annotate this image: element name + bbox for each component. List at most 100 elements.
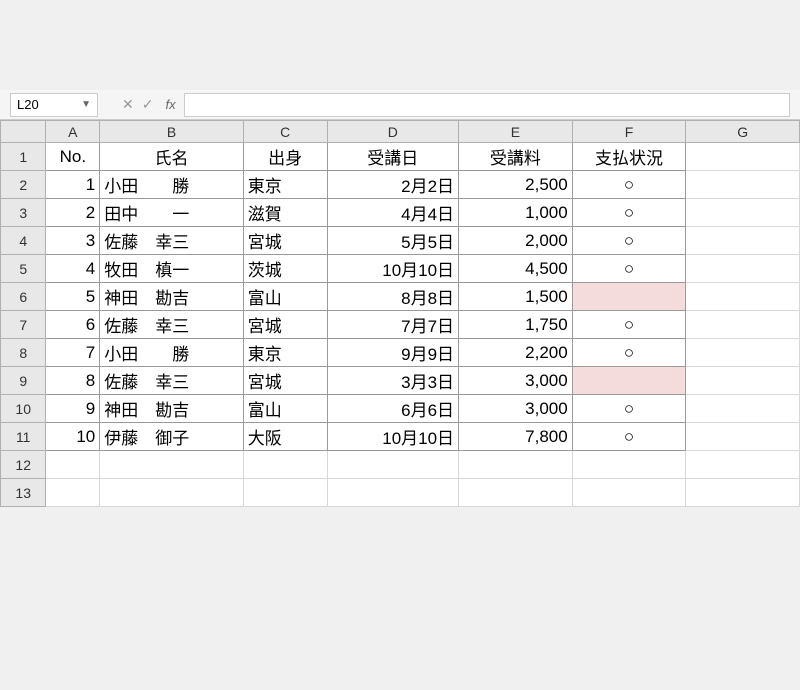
cell[interactable]: 7月7日 — [327, 311, 459, 339]
cell[interactable]: ○ — [572, 171, 686, 199]
cell[interactable] — [686, 423, 800, 451]
col-header-A[interactable]: A — [46, 121, 100, 143]
cell[interactable] — [686, 255, 800, 283]
cell[interactable]: 牧田 槙一 — [100, 255, 244, 283]
row-header-2[interactable]: 2 — [1, 171, 46, 199]
cell[interactable]: 3月3日 — [327, 367, 459, 395]
cell[interactable]: 東京 — [243, 171, 327, 199]
cell[interactable]: 佐藤 幸三 — [100, 227, 244, 255]
col-header-C[interactable]: C — [243, 121, 327, 143]
cell[interactable]: 5 — [46, 283, 100, 311]
row-header-12[interactable]: 12 — [1, 451, 46, 479]
cell[interactable]: 2,500 — [459, 171, 573, 199]
cell[interactable]: 4 — [46, 255, 100, 283]
cell[interactable]: 8月8日 — [327, 283, 459, 311]
cell[interactable]: 2,000 — [459, 227, 573, 255]
row-header-1[interactable]: 1 — [1, 143, 46, 171]
cell[interactable] — [327, 479, 459, 507]
cell[interactable] — [686, 395, 800, 423]
cell[interactable]: 宮城 — [243, 227, 327, 255]
cell[interactable] — [686, 227, 800, 255]
cell[interactable]: 出身 — [243, 143, 327, 171]
cell[interactable]: 宮城 — [243, 311, 327, 339]
grid[interactable]: A B C D E F G 1 No. 氏名 出身 受講日 受講料 支払状況 2… — [0, 120, 800, 507]
row-header-11[interactable]: 11 — [1, 423, 46, 451]
cell[interactable]: 7 — [46, 339, 100, 367]
cell[interactable]: 受講日 — [327, 143, 459, 171]
cell[interactable]: 4月4日 — [327, 199, 459, 227]
cell[interactable]: ○ — [572, 395, 686, 423]
cell[interactable]: 滋賀 — [243, 199, 327, 227]
cell[interactable] — [243, 451, 327, 479]
cell[interactable]: 宮城 — [243, 367, 327, 395]
cell[interactable]: 伊藤 御子 — [100, 423, 244, 451]
fx-label[interactable]: fx — [165, 97, 175, 112]
cell[interactable]: ○ — [572, 311, 686, 339]
cell[interactable]: No. — [46, 143, 100, 171]
cell[interactable]: 3,000 — [459, 395, 573, 423]
row-header-6[interactable]: 6 — [1, 283, 46, 311]
cell[interactable]: 3 — [46, 227, 100, 255]
cell[interactable]: 6 — [46, 311, 100, 339]
cell[interactable]: ○ — [572, 423, 686, 451]
chevron-down-icon[interactable]: ▼ — [81, 99, 91, 110]
cell[interactable]: 10月10日 — [327, 255, 459, 283]
cell[interactable]: ○ — [572, 227, 686, 255]
cell[interactable]: 茨城 — [243, 255, 327, 283]
cell[interactable] — [572, 479, 686, 507]
cell[interactable]: 10 — [46, 423, 100, 451]
cell[interactable] — [686, 451, 800, 479]
cell[interactable] — [572, 367, 686, 395]
cell[interactable] — [686, 479, 800, 507]
cell[interactable]: 5月5日 — [327, 227, 459, 255]
col-header-B[interactable]: B — [100, 121, 244, 143]
row-header-7[interactable]: 7 — [1, 311, 46, 339]
cancel-icon[interactable]: ✕ — [122, 96, 134, 113]
cell[interactable]: 神田 勘吉 — [100, 283, 244, 311]
cell[interactable] — [686, 143, 800, 171]
cell[interactable]: 2 — [46, 199, 100, 227]
cell[interactable]: 神田 勘吉 — [100, 395, 244, 423]
cell[interactable]: 受講料 — [459, 143, 573, 171]
name-box[interactable]: L20 ▼ — [10, 93, 98, 117]
cell[interactable]: 大阪 — [243, 423, 327, 451]
cell[interactable] — [459, 451, 573, 479]
col-header-F[interactable]: F — [572, 121, 686, 143]
cell[interactable]: 小田 勝 — [100, 171, 244, 199]
col-header-E[interactable]: E — [459, 121, 573, 143]
cell[interactable]: 支払状況 — [572, 143, 686, 171]
col-header-G[interactable]: G — [686, 121, 800, 143]
col-header-D[interactable]: D — [327, 121, 459, 143]
cell[interactable]: 3,000 — [459, 367, 573, 395]
cell[interactable] — [46, 451, 100, 479]
cell[interactable]: 9月9日 — [327, 339, 459, 367]
cell[interactable]: 6月6日 — [327, 395, 459, 423]
cell[interactable]: 4,500 — [459, 255, 573, 283]
confirm-icon[interactable]: ✓ — [142, 96, 154, 113]
cell[interactable]: 10月10日 — [327, 423, 459, 451]
cell[interactable]: 1,000 — [459, 199, 573, 227]
cell[interactable]: 1,500 — [459, 283, 573, 311]
cell[interactable]: 富山 — [243, 395, 327, 423]
cell[interactable]: 9 — [46, 395, 100, 423]
row-header-13[interactable]: 13 — [1, 479, 46, 507]
cell[interactable]: 1,750 — [459, 311, 573, 339]
cell[interactable] — [100, 479, 244, 507]
cell[interactable] — [572, 283, 686, 311]
cell[interactable]: ○ — [572, 255, 686, 283]
cell[interactable] — [100, 451, 244, 479]
cell[interactable]: 富山 — [243, 283, 327, 311]
row-header-8[interactable]: 8 — [1, 339, 46, 367]
cell[interactable] — [686, 171, 800, 199]
cell[interactable]: 小田 勝 — [100, 339, 244, 367]
cell[interactable]: 佐藤 幸三 — [100, 311, 244, 339]
cell[interactable] — [572, 451, 686, 479]
cell[interactable]: 東京 — [243, 339, 327, 367]
cell[interactable]: ○ — [572, 339, 686, 367]
row-header-3[interactable]: 3 — [1, 199, 46, 227]
cell[interactable] — [327, 451, 459, 479]
row-header-10[interactable]: 10 — [1, 395, 46, 423]
cell[interactable]: 田中 一 — [100, 199, 244, 227]
cell[interactable]: 氏名 — [100, 143, 244, 171]
row-header-4[interactable]: 4 — [1, 227, 46, 255]
